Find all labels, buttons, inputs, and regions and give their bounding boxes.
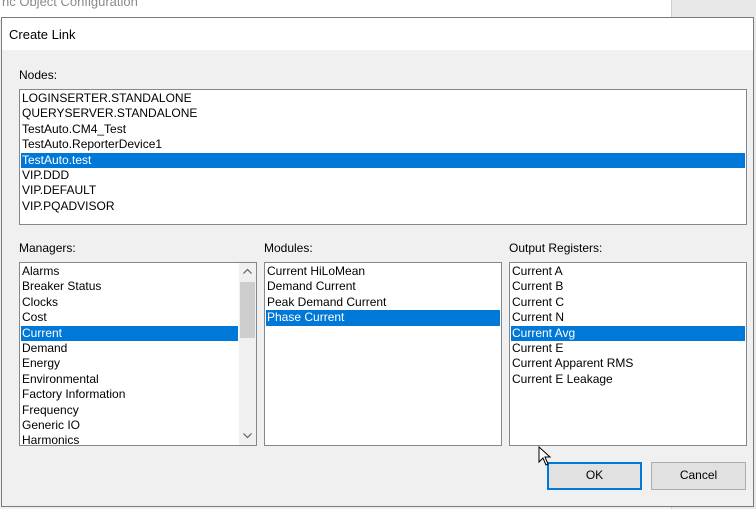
node-list-item[interactable]: VIP.DEFAULT — [21, 183, 745, 198]
module-list-item[interactable]: Phase Current — [266, 310, 500, 326]
manager-list-item[interactable]: Clocks — [21, 295, 238, 310]
managers-scrollbar[interactable] — [239, 263, 256, 445]
output-registers-listbox[interactable]: Current A Current B Current C Current N Curr… — [509, 262, 747, 446]
node-list-item[interactable]: TestAuto.ReporterDevice1 — [21, 137, 745, 152]
output-register-list-item[interactable]: Current E — [511, 341, 745, 356]
node-list-item[interactable]: LOGINSERTER.STANDALONE — [21, 91, 745, 106]
module-list-item[interactable]: Peak Demand Current — [266, 295, 500, 310]
output-register-list-item[interactable]: Current A — [511, 264, 745, 279]
manager-list-item[interactable]: Harmonics — [21, 433, 238, 445]
background-window-title: nc Object Configuration — [2, 0, 138, 9]
node-list-item[interactable]: VIP.PQADVISOR — [21, 199, 745, 214]
module-list-item[interactable]: Current HiLoMean — [266, 264, 500, 279]
cancel-button[interactable]: Cancel — [651, 462, 746, 490]
output-register-list-item[interactable]: Current N — [511, 310, 745, 325]
node-list-item[interactable]: VIP.DDD — [21, 168, 745, 183]
manager-list-item[interactable]: Generic IO — [21, 418, 238, 433]
node-list-item[interactable]: QUERYSERVER.STANDALONE — [21, 106, 745, 121]
modules-listbox[interactable]: Current HiLoMean Demand Current Peak Deman… — [264, 262, 502, 446]
output-register-list-item[interactable]: Current E Leakage — [511, 372, 745, 387]
ok-button[interactable]: OK — [547, 462, 642, 490]
output-register-list-item[interactable]: Current Apparent RMS — [511, 356, 745, 371]
manager-list-item[interactable]: Environmental — [21, 372, 238, 387]
manager-list-item[interactable]: Factory Information — [21, 387, 238, 402]
create-link-dialog: Create Link Nodes: LOGINSERTER.STANDALON… — [1, 17, 754, 507]
mouse-pointer-icon — [538, 446, 552, 466]
manager-list-item[interactable]: Energy — [21, 356, 238, 371]
output-register-list-item[interactable]: Current C — [511, 295, 745, 310]
dialog-titlebar[interactable]: Create Link — [2, 18, 753, 50]
manager-list-item[interactable]: Current — [21, 325, 238, 341]
manager-list-item[interactable]: Demand — [21, 341, 238, 356]
manager-list-item[interactable]: Alarms — [21, 264, 238, 279]
chevron-down-icon[interactable] — [239, 428, 256, 445]
nodes-label: Nodes: — [19, 68, 58, 82]
managers-listbox[interactable]: Alarms Breaker Status Clocks Cost Current Dem… — [19, 262, 257, 446]
output-register-list-item[interactable]: Current B — [511, 279, 745, 294]
node-list-item[interactable]: TestAuto.CM4_Test — [21, 122, 745, 137]
modules-label: Modules: — [264, 241, 313, 255]
managers-label: Managers: — [19, 241, 76, 255]
module-list-item[interactable]: Demand Current — [266, 279, 500, 294]
manager-list-item[interactable]: Breaker Status — [21, 279, 238, 294]
node-list-item[interactable]: TestAuto.test — [21, 152, 745, 168]
manager-list-item[interactable]: Cost — [21, 310, 238, 325]
chevron-up-icon[interactable] — [239, 263, 256, 280]
manager-list-item[interactable]: Frequency — [21, 403, 238, 418]
output-registers-label: Output Registers: — [509, 241, 603, 255]
managers-scroll-thumb[interactable] — [240, 282, 255, 338]
output-register-list-item[interactable]: Current Avg — [511, 325, 745, 341]
nodes-listbox[interactable]: LOGINSERTER.STANDALONE QUERYSERVER.STANDA… — [19, 89, 747, 225]
dialog-title: Create Link — [9, 27, 76, 42]
